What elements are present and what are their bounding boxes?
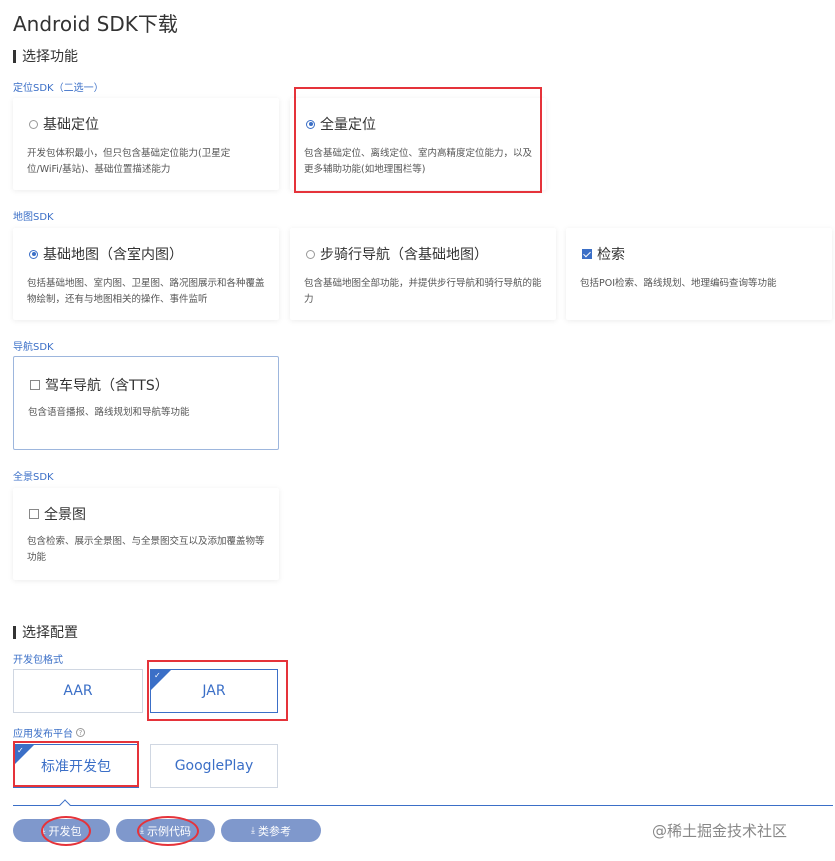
annotation-ellipse-sample-code [137,816,199,846]
group-map-label: 地图SDK [13,212,54,223]
section-features-label: 选择功能 [22,49,78,65]
card-title: 基础地图（含室内图） [43,247,183,263]
platform-googleplay-button[interactable]: GooglePlay [150,744,278,788]
watermark: @稀土掘金技术社区 [652,822,788,840]
format-label: 开发包格式 [13,655,63,666]
radio-selected-icon[interactable] [29,249,38,259]
card-title: 检索 [597,247,625,263]
section-features: 选择功能 [13,46,78,66]
card-title: 全景图 [44,507,86,523]
card-panorama[interactable]: 全景图 包含检索、展示全景图、与全景图交互以及添加覆盖物等功能 [13,488,279,580]
card-drive-nav[interactable]: 驾车导航（含TTS） 包含语音播报、路线规划和导航等功能 [13,356,279,450]
radio-icon[interactable] [306,249,315,259]
card-basic-map[interactable]: 基础地图（含室内图） 包括基础地图、室内图、卫星图、路况图展示和各种覆盖物绘制，… [13,228,279,320]
card-desc: 包含语音播报、路线规划和导航等功能 [28,407,190,418]
card-search[interactable]: 检索 包括POI检索、路线规划、地理编码查询等功能 [566,228,832,320]
card-title: 步骑行导航（含基础地图） [320,247,488,263]
annotation-ellipse-dev-package [41,816,91,846]
group-nav-label: 导航SDK [13,342,54,353]
group-pano-label: 全景SDK [13,472,54,483]
divider [13,805,833,806]
annotation-box-standard [13,741,139,787]
section-config: 选择配置 [13,622,78,642]
card-walk-nav[interactable]: 步骑行导航（含基础地图） 包含基础地图全部功能，并提供步行导航和骑行导航的能力 [290,228,556,320]
page-title: Android SDK下载 [13,12,178,36]
card-desc: 包含基础地图全部功能，并提供步行导航和骑行导航的能力 [304,278,542,305]
card-basic-location[interactable]: 基础定位 开发包体积最小，但只包含基础定位能力(卫星定位/WiFi/基站)、基础… [13,98,279,190]
checkbox-icon[interactable] [30,380,40,390]
help-icon[interactable]: ? [76,728,85,737]
platform-label: 应用发布平台 ? [13,725,85,740]
annotation-box-jar [147,660,288,721]
download-class-reference-button[interactable]: ⤓ 类参考 [221,819,321,842]
format-aar-button[interactable]: AAR [13,669,143,713]
section-config-label: 选择配置 [22,625,78,641]
card-desc: 包含检索、展示全景图、与全景图交互以及添加覆盖物等功能 [27,536,265,563]
card-title: 基础定位 [43,117,99,133]
group-location-label: 定位SDK（二选一） [13,83,104,94]
annotation-box-full-location [294,87,542,193]
card-desc: 开发包体积最小，但只包含基础定位能力(卫星定位/WiFi/基站)、基础位置描述能… [27,148,231,175]
radio-icon[interactable] [29,119,38,129]
divider-notch [59,799,71,811]
card-title: 驾车导航（含TTS） [45,378,169,394]
download-icon: ⤓ [251,825,255,836]
checkbox-icon[interactable] [29,509,39,519]
checkbox-checked-icon[interactable] [582,249,592,259]
card-desc: 包括POI检索、路线规划、地理编码查询等功能 [580,278,777,289]
card-desc: 包括基础地图、室内图、卫星图、路况图展示和各种覆盖物绘制，还有与地图相关的操作、… [27,278,265,305]
